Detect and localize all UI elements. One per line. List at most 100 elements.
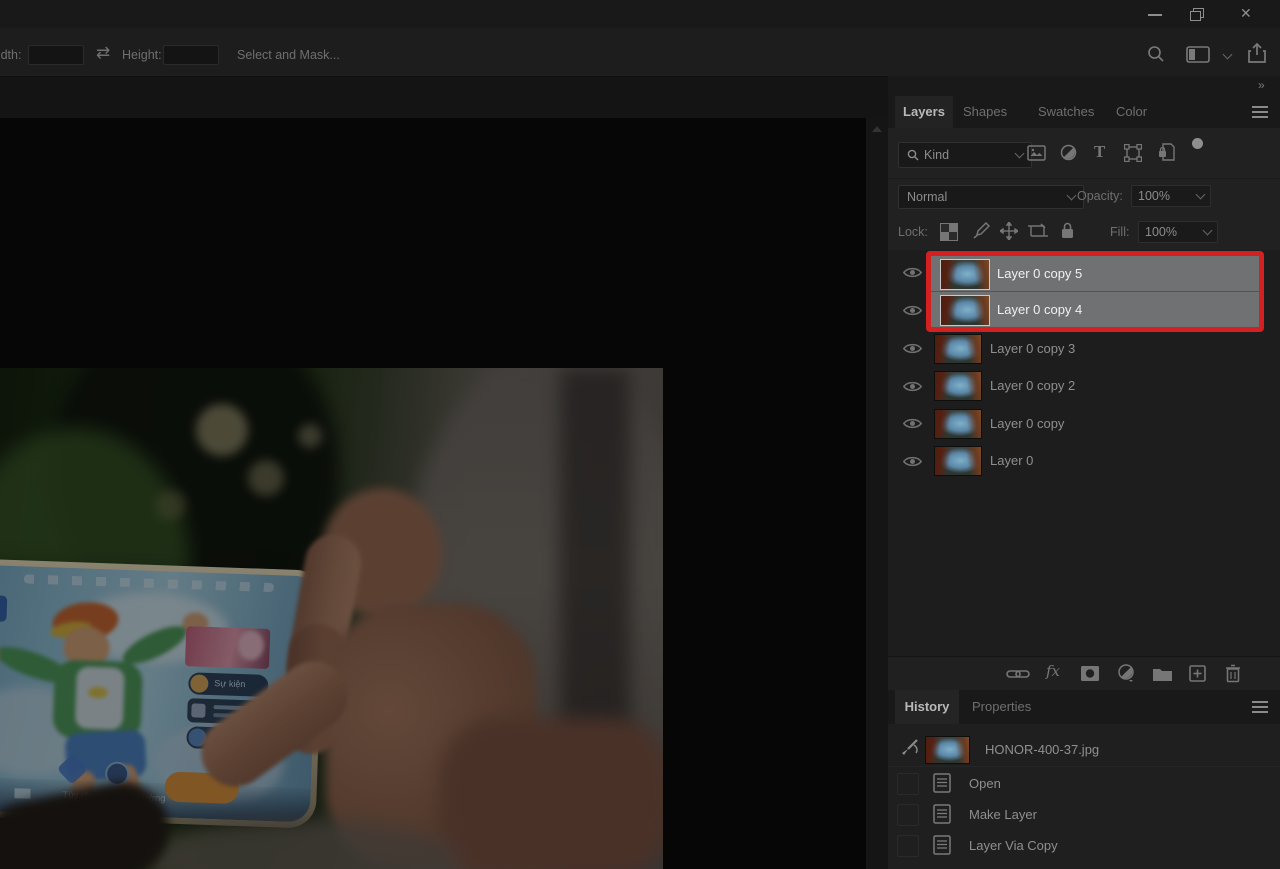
history-source-well[interactable] (897, 773, 919, 795)
lock-all-icon[interactable] (1060, 221, 1075, 239)
fill-value: 100% (1145, 225, 1177, 239)
photo: Sự kiện (0, 368, 663, 869)
panel-collapse-button[interactable]: » (1258, 78, 1264, 92)
layer-styles-button[interactable]: fx (1046, 662, 1060, 680)
filter-smart-object-icon[interactable] (1158, 143, 1176, 161)
history-panel: HONOR-400-37.jpg Open (888, 724, 1280, 869)
canvas[interactable]: Sự kiện (0, 118, 866, 869)
fill-label: Fill: (1110, 225, 1129, 239)
blend-mode-value: Normal (907, 190, 947, 204)
canvas-scrollbar[interactable] (866, 118, 888, 869)
tab-properties[interactable]: Properties (972, 690, 1031, 724)
layer-row[interactable]: Layer 0 copy 3 (888, 330, 1280, 367)
layer-thumbnail[interactable] (934, 334, 982, 364)
layers-panel-tabbar: Layers Shapes Swatches Color (888, 96, 1280, 128)
snapshot-name[interactable]: HONOR-400-37.jpg (985, 742, 1099, 757)
history-panel-tabbar: History Properties (888, 690, 1280, 724)
history-step-icon (933, 804, 951, 824)
history-panel-menu-button[interactable] (1252, 701, 1268, 703)
layer-thumbnail[interactable] (940, 295, 990, 326)
layer-thumbnail[interactable] (934, 446, 982, 476)
filter-type-icon[interactable]: T (1094, 142, 1105, 162)
layer-name[interactable]: Layer 0 copy (990, 416, 1064, 431)
filter-shape-icon[interactable] (1124, 144, 1142, 162)
kind-filter-select[interactable]: Kind (898, 142, 1032, 168)
history-step-label: Open (969, 776, 1001, 791)
lock-pixels-icon[interactable] (972, 222, 990, 240)
tab-swatches[interactable]: Swatches (1038, 96, 1094, 128)
blend-mode-select[interactable]: Normal (898, 185, 1084, 209)
eye-icon[interactable] (903, 304, 922, 317)
layer-thumbnail[interactable] (934, 409, 982, 439)
kind-filter-label: Kind (924, 148, 949, 162)
scrollbar-up-arrow[interactable] (872, 126, 882, 132)
tab-history-label: History (905, 699, 950, 714)
history-step-row[interactable]: Layer Via Copy (888, 830, 1280, 861)
eye-icon[interactable] (903, 266, 922, 279)
history-step-row[interactable]: Open (888, 768, 1280, 799)
add-mask-button[interactable] (1080, 665, 1100, 682)
lock-position-icon[interactable] (1000, 222, 1018, 240)
opacity-chevron-icon (1196, 190, 1206, 200)
delete-layer-button[interactable] (1225, 664, 1241, 683)
layer-name[interactable]: Layer 0 copy 4 (997, 302, 1082, 317)
history-source-well[interactable] (897, 804, 919, 826)
lock-artboard-icon[interactable] (1028, 223, 1048, 239)
kind-chevron-icon (1015, 149, 1025, 159)
history-step-row[interactable]: Make Layer (888, 799, 1280, 830)
layer-name[interactable]: Layer 0 (990, 453, 1033, 468)
panel-top-strip: » (888, 76, 1280, 96)
layer-thumbnail[interactable] (934, 371, 982, 401)
swap-dimensions-icon[interactable]: ⇄ (96, 43, 110, 63)
filter-image-icon[interactable] (1027, 145, 1046, 161)
new-group-button[interactable] (1152, 666, 1173, 682)
search-icon[interactable] (1147, 45, 1165, 63)
fill-value-well[interactable]: 100% (1138, 221, 1218, 243)
tab-shapes[interactable]: Shapes (963, 96, 1007, 128)
layer-name[interactable]: Layer 0 copy 3 (990, 341, 1075, 356)
lock-transparency-icon[interactable] (940, 223, 958, 241)
layer-row[interactable]: Layer 0 (888, 442, 1280, 479)
history-source-well[interactable] (897, 835, 919, 857)
history-snapshot-row[interactable]: HONOR-400-37.jpg (888, 732, 1280, 767)
share-icon[interactable] (1247, 42, 1267, 64)
layer-thumbnail[interactable] (940, 259, 990, 290)
layers-panel-menu-button[interactable] (1252, 106, 1268, 108)
history-step-icon (933, 835, 951, 855)
close-button[interactable]: ✕ (1240, 5, 1252, 22)
photoshop-window: ✕ Width: ⇄ Height: Select and Mask... (0, 0, 1280, 869)
history-step-label: Layer Via Copy (969, 838, 1058, 853)
select-and-mask-button[interactable]: Select and Mask... (237, 48, 340, 62)
layer-name[interactable]: Layer 0 copy 5 (997, 266, 1082, 281)
link-layers-button[interactable] (1006, 667, 1030, 681)
width-label: Width: (0, 48, 21, 62)
filter-adjustment-icon[interactable] (1060, 144, 1077, 161)
height-input[interactable] (163, 45, 219, 65)
layers-filter-row: Kind T (888, 128, 1280, 179)
document-tab-strip[interactable] (0, 77, 890, 119)
history-brush-icon[interactable] (900, 739, 920, 757)
height-label: Height: (122, 48, 162, 62)
layer-name[interactable]: Layer 0 copy 2 (990, 378, 1075, 393)
layers-action-bar: fx (888, 656, 1280, 691)
tab-color[interactable]: Color (1116, 96, 1147, 128)
new-layer-button[interactable] (1189, 665, 1206, 682)
minimize-button[interactable] (1148, 14, 1162, 16)
opacity-value: 100% (1138, 189, 1170, 203)
tab-color-label: Color (1116, 104, 1147, 119)
filter-lighting-toggle[interactable] (1192, 138, 1203, 149)
maximize-restore-button[interactable] (1190, 8, 1202, 19)
workspace-chevron-icon[interactable] (1223, 50, 1233, 60)
workspace-switcher-icon[interactable] (1186, 46, 1210, 63)
adjustment-layer-button[interactable] (1117, 664, 1135, 682)
layer-row[interactable]: Layer 0 copy 2 (888, 367, 1280, 404)
opacity-label: Opacity: (1077, 189, 1123, 203)
opacity-value-well[interactable]: 100% (1131, 185, 1211, 207)
layer-row[interactable]: Layer 0 copy (888, 405, 1280, 442)
layer-row-selected[interactable]: Layer 0 copy 4 (931, 292, 1259, 327)
tab-shapes-label: Shapes (963, 104, 1007, 119)
tab-layers[interactable]: Layers (895, 96, 953, 128)
layer-row-selected[interactable]: Layer 0 copy 5 (931, 256, 1259, 292)
tab-history[interactable]: History (895, 690, 959, 724)
width-input[interactable] (28, 45, 84, 65)
